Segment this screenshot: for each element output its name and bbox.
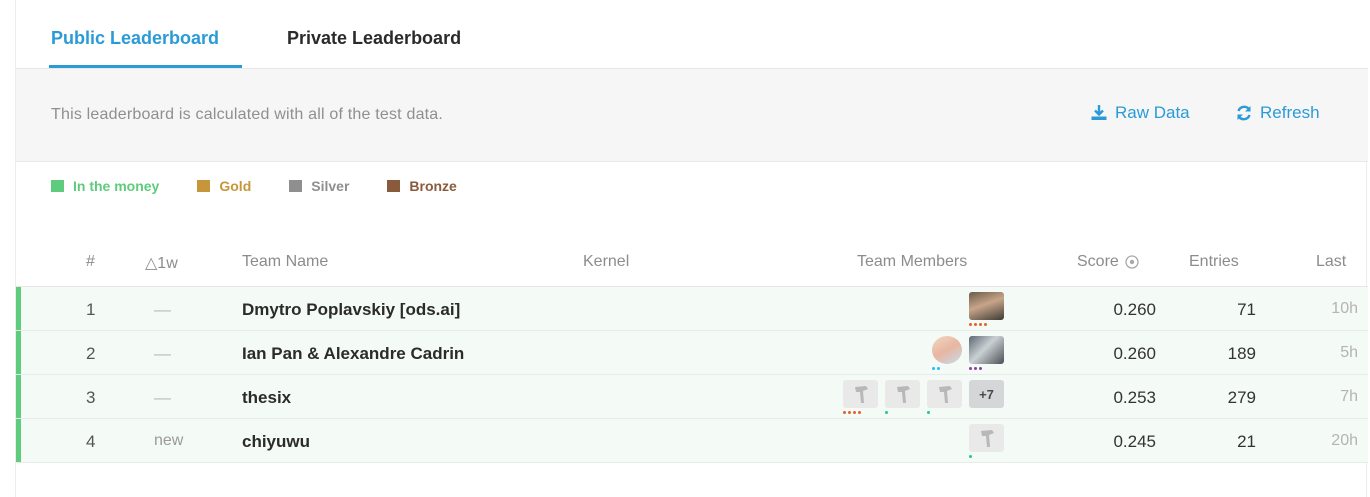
avatar[interactable] — [927, 380, 962, 414]
legend-swatch-bronze — [387, 180, 401, 192]
row-last: 20h — [1331, 432, 1358, 449]
row-entries: 279 — [1227, 388, 1256, 407]
legend-label: Silver — [311, 178, 350, 194]
row-last: 5h — [1340, 344, 1358, 361]
row-score: 0.253 — [1113, 388, 1156, 407]
legend-bronze: Bronze — [387, 178, 457, 194]
avatar[interactable] — [885, 380, 920, 414]
row-rank: 1 — [86, 300, 96, 319]
tab-private-leaderboard[interactable]: Private Leaderboard — [287, 28, 461, 49]
default-avatar-icon — [896, 386, 910, 403]
default-avatar-icon — [854, 386, 868, 403]
legend-swatch-gold — [197, 180, 211, 192]
table-row[interactable]: 3 — thesix +7 0.253 279 7h — [16, 375, 1368, 419]
tier-dots — [969, 323, 987, 326]
medal-legend: In the money Gold Silver Bronze — [51, 178, 495, 194]
refresh-label: Refresh — [1260, 103, 1320, 122]
team-members — [969, 292, 1004, 326]
help-icon[interactable] — [1125, 255, 1139, 269]
row-rank: 2 — [86, 344, 96, 363]
row-score: 0.245 — [1113, 432, 1156, 451]
legend-label: In the money — [73, 178, 160, 194]
raw-data-link[interactable]: Raw Data — [1090, 103, 1190, 123]
default-avatar-icon — [938, 386, 952, 403]
table-row[interactable]: 2 — Ian Pan & Alexandre Cadrin 0.260 189… — [16, 331, 1368, 375]
legend-swatch-green — [51, 180, 64, 192]
avatar[interactable] — [969, 292, 1004, 326]
more-members-badge[interactable]: +7 — [969, 380, 1004, 408]
team-members: +7 — [843, 380, 1004, 414]
legend-gold: Gold — [197, 178, 251, 194]
leaderboard-tabs: Public Leaderboard Private Leaderboard — [16, 0, 1368, 69]
row-score: 0.260 — [1113, 300, 1156, 319]
tier-dots — [927, 411, 930, 414]
column-rank[interactable]: # — [86, 253, 95, 271]
row-team-name[interactable]: Ian Pan & Alexandre Cadrin — [242, 344, 464, 364]
tab-public-leaderboard[interactable]: Public Leaderboard — [51, 28, 219, 49]
row-change: — — [154, 344, 171, 363]
row-team-name[interactable]: chiyuwu — [242, 432, 310, 452]
download-icon — [1091, 105, 1107, 120]
legend-in-the-money: In the money — [51, 178, 159, 194]
column-change[interactable]: △1w — [145, 253, 178, 273]
table-row[interactable]: 4 new chiyuwu 0.245 21 20h — [16, 419, 1368, 463]
team-members — [969, 424, 1004, 458]
tier-dots — [969, 367, 982, 370]
tier-dots — [885, 411, 888, 414]
column-score-label: Score — [1077, 253, 1119, 270]
column-kernel[interactable]: Kernel — [583, 253, 629, 271]
row-change: — — [154, 388, 171, 407]
tier-dots — [969, 455, 972, 458]
column-team-name[interactable]: Team Name — [242, 253, 328, 271]
legend-swatch-silver — [289, 180, 303, 192]
avatar[interactable] — [969, 424, 1004, 458]
default-avatar-icon — [980, 430, 994, 447]
team-members — [932, 336, 1004, 370]
column-team-members: Team Members — [857, 253, 968, 270]
legend-label: Bronze — [409, 178, 457, 194]
refresh-icon — [1237, 105, 1251, 121]
leaderboard-panel: Public Leaderboard Private Leaderboard T… — [15, 0, 1368, 497]
avatar[interactable] — [969, 336, 1004, 370]
info-bar: This leaderboard is calculated with all … — [16, 69, 1368, 162]
row-change: — — [154, 300, 171, 319]
row-rank: 3 — [86, 388, 96, 407]
row-rank: 4 — [86, 432, 96, 451]
row-team-name[interactable]: thesix — [242, 388, 291, 408]
row-last: 10h — [1331, 300, 1358, 317]
legend-silver: Silver — [289, 178, 349, 194]
row-entries: 189 — [1227, 344, 1256, 363]
row-change: new — [154, 432, 184, 449]
column-last[interactable]: Last — [1316, 253, 1346, 271]
row-team-name[interactable]: Dmytro Poplavskiy [ods.ai] — [242, 300, 460, 320]
row-entries: 71 — [1237, 300, 1256, 319]
table-row[interactable]: 1 — Dmytro Poplavskiy [ods.ai] 0.260 71 … — [16, 287, 1368, 331]
tier-dots — [843, 411, 861, 414]
leaderboard-description: This leaderboard is calculated with all … — [51, 106, 444, 123]
table-header: # △1w Team Name Kernel Team Members Scor… — [16, 240, 1368, 287]
tier-dots — [932, 367, 940, 370]
refresh-link[interactable]: Refresh — [1235, 103, 1320, 123]
avatar[interactable] — [932, 336, 962, 370]
column-entries[interactable]: Entries — [1189, 253, 1239, 271]
active-tab-indicator — [49, 65, 242, 68]
legend-label: Gold — [219, 178, 252, 194]
row-last: 7h — [1340, 388, 1358, 405]
avatar[interactable] — [843, 380, 878, 414]
row-score: 0.260 — [1113, 344, 1156, 363]
row-entries: 21 — [1237, 432, 1256, 451]
raw-data-label: Raw Data — [1115, 103, 1190, 122]
column-score[interactable]: Score — [1077, 253, 1139, 271]
